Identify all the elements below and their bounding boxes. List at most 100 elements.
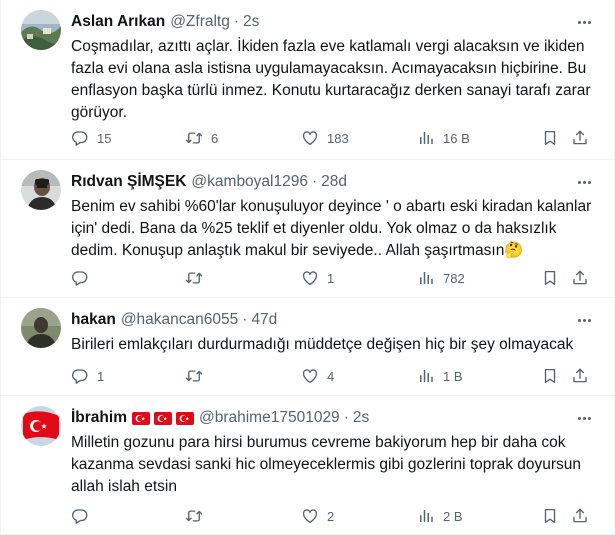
avatar[interactable]: [21, 10, 61, 50]
views-button[interactable]: 782: [417, 269, 465, 287]
like-button[interactable]: 1: [301, 269, 334, 287]
timestamp[interactable]: 47d: [251, 309, 277, 331]
username-handle[interactable]: @brahime17501029: [199, 407, 340, 429]
avatar[interactable]: [21, 406, 61, 446]
like-count: 1: [327, 270, 335, 286]
share-button[interactable]: [571, 129, 589, 147]
reply-button[interactable]: 1: [71, 367, 104, 385]
action-bar: 15 6 183 16 B: [71, 128, 596, 148]
like-count: 183: [327, 130, 349, 146]
username-handle[interactable]: @hakancan6055: [121, 309, 238, 331]
share-icon: [571, 269, 589, 287]
tweet-card[interactable]: Aslan Arıkan @Zfraltg · 2s Coşmadılar, a…: [1, 0, 614, 160]
tweet-card[interactable]: hakan @hakancan6055 · 47d Birileri emlak…: [1, 298, 614, 396]
retweet-icon: [185, 269, 203, 287]
turkey-flag-icon: [132, 412, 150, 425]
tweet-card[interactable]: Rıdvan ŞİMŞEK @kamboyal1296 · 28d Benim …: [1, 160, 614, 298]
action-bar: 1 782: [71, 268, 596, 288]
name-emoji-flags: [132, 412, 194, 425]
display-name[interactable]: İbrahim: [71, 407, 127, 429]
avatar[interactable]: [21, 170, 61, 210]
bookmark-icon: [541, 269, 559, 287]
retweet-icon: [185, 367, 203, 385]
bookmark-button[interactable]: [541, 129, 559, 147]
tweet-text: Milletin gozunu para hirsi burumus cevre…: [71, 434, 582, 495]
retweet-button[interactable]: 6: [185, 129, 218, 147]
avatar-person-image: [21, 170, 61, 210]
views-button[interactable]: 1 B: [417, 367, 463, 385]
action-bar: 1 4 1 B: [71, 366, 596, 386]
reply-icon: [71, 507, 89, 525]
like-count: 4: [327, 368, 335, 384]
avatar-person-image: [21, 308, 61, 348]
action-bar: 2 2 B: [71, 506, 596, 526]
reply-icon: [71, 129, 89, 147]
view-count: 782: [443, 270, 465, 286]
retweet-button[interactable]: [185, 367, 211, 385]
bookmark-button[interactable]: [541, 507, 559, 525]
more-options-icon[interactable]: [574, 410, 594, 426]
view-count: 2 B: [443, 508, 463, 524]
bookmark-button[interactable]: [541, 269, 559, 287]
heart-icon: [301, 367, 319, 385]
more-options-icon[interactable]: [574, 174, 594, 190]
reply-button[interactable]: [71, 269, 97, 287]
timestamp[interactable]: 2s: [353, 407, 369, 429]
timestamp[interactable]: 2s: [243, 11, 259, 33]
display-name[interactable]: hakan: [71, 309, 116, 331]
tweet-text: Birileri emlakçıları durdurmadığı müddet…: [71, 336, 574, 353]
tweet-header: hakan @hakancan6055 · 47d: [71, 309, 574, 331]
share-icon: [571, 129, 589, 147]
views-button[interactable]: 16 B: [417, 129, 470, 147]
avatar-landscape-image: [21, 10, 61, 50]
like-button[interactable]: 4: [301, 367, 334, 385]
bookmark-icon: [541, 367, 559, 385]
more-options-icon[interactable]: [574, 312, 594, 328]
tweet-header: Rıdvan ŞİMŞEK @kamboyal1296 · 28d: [71, 171, 574, 193]
turkey-flag-icon: [176, 412, 194, 425]
retweet-icon: [185, 507, 203, 525]
reply-icon: [71, 269, 89, 287]
share-button[interactable]: [571, 367, 589, 385]
reply-count: 15: [97, 130, 112, 146]
retweet-count: 6: [211, 130, 219, 146]
share-button[interactable]: [571, 507, 589, 525]
bookmark-icon: [541, 129, 559, 147]
share-icon: [571, 507, 589, 525]
bookmark-button[interactable]: [541, 367, 559, 385]
tweet-text: Coşmadılar, azıttı açlar. İkiden fazla e…: [71, 38, 591, 121]
view-count: 16 B: [443, 130, 470, 146]
display-name[interactable]: Aslan Arıkan: [71, 11, 165, 33]
reply-button[interactable]: 15: [71, 129, 111, 147]
heart-icon: [301, 129, 319, 147]
reply-count: 1: [97, 368, 105, 384]
reply-button[interactable]: [71, 507, 97, 525]
like-button[interactable]: 2: [301, 507, 334, 525]
bookmark-icon: [541, 507, 559, 525]
separator-dot: ·: [233, 13, 240, 30]
timestamp[interactable]: 28d: [321, 171, 347, 193]
turkey-flag-icon: [154, 412, 172, 425]
view-count: 1 B: [443, 368, 463, 384]
more-options-icon[interactable]: [574, 14, 594, 30]
tweet-header: Aslan Arıkan @Zfraltg · 2s: [71, 11, 574, 33]
separator-dot: ·: [311, 173, 318, 190]
views-button[interactable]: 2 B: [417, 507, 463, 525]
tweet-card[interactable]: İbrahim @brahime17501029 · 2s Milletin g…: [1, 396, 614, 535]
share-button[interactable]: [571, 269, 589, 287]
username-handle[interactable]: @kamboyal1296: [191, 171, 308, 193]
display-name[interactable]: Rıdvan ŞİMŞEK: [71, 171, 186, 193]
like-count: 2: [327, 508, 335, 524]
tweet-text: Benim ev sahibi %60'lar konuşuluyor deyi…: [71, 198, 592, 259]
like-button[interactable]: 183: [301, 129, 349, 147]
heart-icon: [301, 507, 319, 525]
username-handle[interactable]: @Zfraltg: [170, 11, 230, 33]
retweet-icon: [185, 129, 203, 147]
reply-feed: Aslan Arıkan @Zfraltg · 2s Coşmadılar, a…: [0, 0, 615, 535]
retweet-button[interactable]: [185, 269, 211, 287]
avatar[interactable]: [21, 308, 61, 348]
share-icon: [571, 367, 589, 385]
retweet-button[interactable]: [185, 507, 211, 525]
analytics-icon: [417, 129, 435, 147]
analytics-icon: [417, 269, 435, 287]
